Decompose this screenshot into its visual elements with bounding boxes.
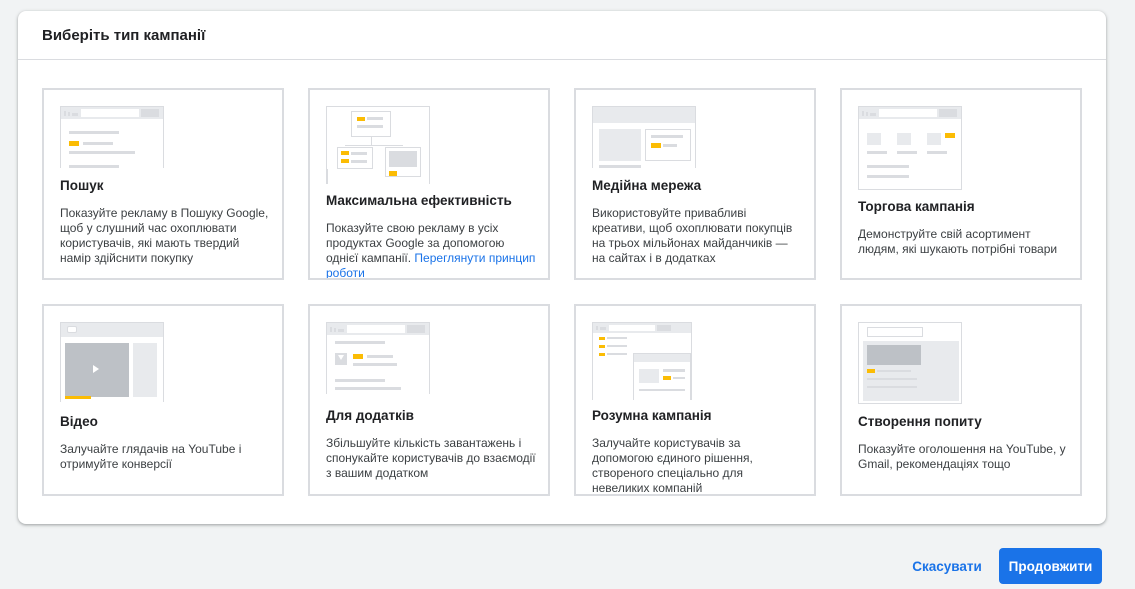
card-title: Максимальна ефективність: [326, 193, 512, 208]
display-illustration-icon: [592, 106, 696, 168]
continue-button[interactable]: Продовжити: [999, 548, 1102, 584]
card-display[interactable]: Медійна мережа Використовуйте привабливі…: [574, 88, 816, 280]
search-illustration-icon: [60, 106, 164, 168]
dialog-title: Виберіть тип кампанії: [42, 27, 206, 44]
card-description: Показуйте рекламу в Пошуку Google, щоб у…: [60, 206, 269, 265]
card-title: Створення попиту: [858, 414, 982, 429]
card-title: Торгова кампанія: [858, 199, 975, 214]
card-app[interactable]: Для додатків Збільшуйте кількість завант…: [308, 304, 550, 496]
card-smart[interactable]: Розумна кампанія Залучайте користувачів …: [574, 304, 816, 496]
card-title: Для додатків: [326, 408, 414, 423]
shopping-illustration-icon: [858, 106, 962, 190]
smart-illustration-icon: [592, 322, 696, 400]
card-title: Пошук: [60, 178, 104, 193]
card-description: Показуйте свою рекламу в усіх продуктах …: [326, 221, 536, 280]
card-description: Збільшуйте кількість завантажень і спону…: [326, 436, 536, 480]
app-illustration-icon: [326, 322, 430, 394]
video-illustration-icon: [60, 322, 164, 402]
card-video[interactable]: Відео Залучайте глядачів на YouTube і от…: [42, 304, 284, 496]
card-description: Показуйте оголошення на YouTube, у Gmail…: [858, 442, 1066, 471]
card-demand-gen[interactable]: Створення попиту Показуйте оголошення на…: [840, 304, 1082, 496]
card-description: Залучайте глядачів на YouTube і отримуйт…: [60, 442, 242, 471]
cancel-button[interactable]: Скасувати: [902, 549, 992, 583]
card-description: Демонструйте свій асортимент людям, які …: [858, 227, 1058, 256]
card-description: Використовуйте привабливі креативи, щоб …: [592, 206, 793, 265]
dialog-header: Виберіть тип кампанії: [18, 11, 1106, 60]
card-description: Залучайте користувачів за допомогою єдин…: [592, 436, 753, 495]
card-title: Розумна кампанія: [592, 408, 712, 423]
card-shopping[interactable]: Торгова кампанія Демонструйте свій асорт…: [840, 88, 1082, 280]
card-performance-max[interactable]: Максимальна ефективність Показуйте свою …: [308, 88, 550, 280]
card-title: Відео: [60, 414, 98, 429]
card-search[interactable]: Пошук Показуйте рекламу в Пошуку Google,…: [42, 88, 284, 280]
card-title: Медійна мережа: [592, 178, 702, 193]
demand-gen-illustration-icon: [858, 322, 962, 404]
performance-max-illustration-icon: [326, 106, 430, 184]
